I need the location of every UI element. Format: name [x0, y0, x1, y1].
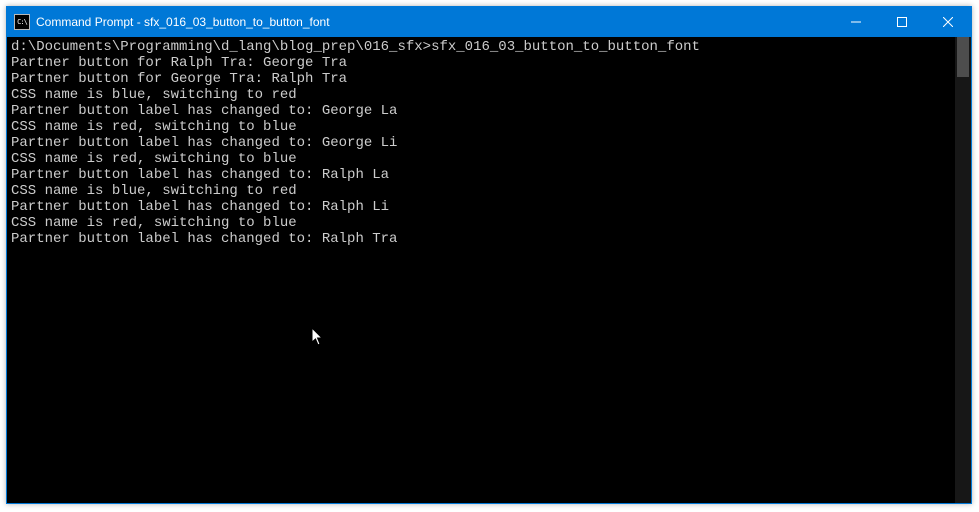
terminal-body[interactable]: d:\Documents\Programming\d_lang\blog_pre… [7, 37, 971, 503]
terminal-line: CSS name is blue, switching to red [11, 87, 297, 103]
terminal-line: CSS name is red, switching to blue [11, 151, 297, 167]
terminal-line: CSS name is red, switching to blue [11, 215, 297, 231]
terminal-line: CSS name is red, switching to blue [11, 119, 297, 135]
terminal-line: Partner button label has changed to: Ral… [11, 167, 389, 183]
command-prompt-icon-glyph: C:\ [17, 19, 27, 26]
prompt-command: sfx_016_03_button_to_button_font [431, 39, 700, 55]
close-icon [943, 17, 953, 27]
scrollbar-thumb[interactable] [957, 37, 969, 77]
window-controls [833, 7, 971, 37]
terminal-line: Partner button for Ralph Tra: George Tra [11, 55, 347, 71]
maximize-button[interactable] [879, 7, 925, 37]
terminal-line: CSS name is blue, switching to red [11, 183, 297, 199]
terminal-scrollbar[interactable] [955, 37, 971, 503]
command-prompt-window: C:\ Command Prompt - sfx_016_03_button_t… [6, 6, 972, 504]
command-prompt-icon: C:\ [14, 14, 30, 30]
minimize-icon [851, 17, 861, 27]
close-button[interactable] [925, 7, 971, 37]
terminal-line: Partner button for George Tra: Ralph Tra [11, 71, 347, 87]
prompt-path: d:\Documents\Programming\d_lang\blog_pre… [11, 39, 431, 55]
maximize-icon [897, 17, 907, 27]
window-title: Command Prompt - sfx_016_03_button_to_bu… [36, 15, 833, 29]
terminal-line-prompt: d:\Documents\Programming\d_lang\blog_pre… [11, 39, 700, 55]
minimize-button[interactable] [833, 7, 879, 37]
titlebar[interactable]: C:\ Command Prompt - sfx_016_03_button_t… [7, 7, 971, 37]
terminal-line: Partner button label has changed to: Ral… [11, 231, 397, 247]
terminal-line: Partner button label has changed to: Ral… [11, 199, 389, 215]
terminal-line: Partner button label has changed to: Geo… [11, 103, 397, 119]
terminal-content: d:\Documents\Programming\d_lang\blog_pre… [7, 37, 955, 503]
terminal-line: Partner button label has changed to: Geo… [11, 135, 397, 151]
